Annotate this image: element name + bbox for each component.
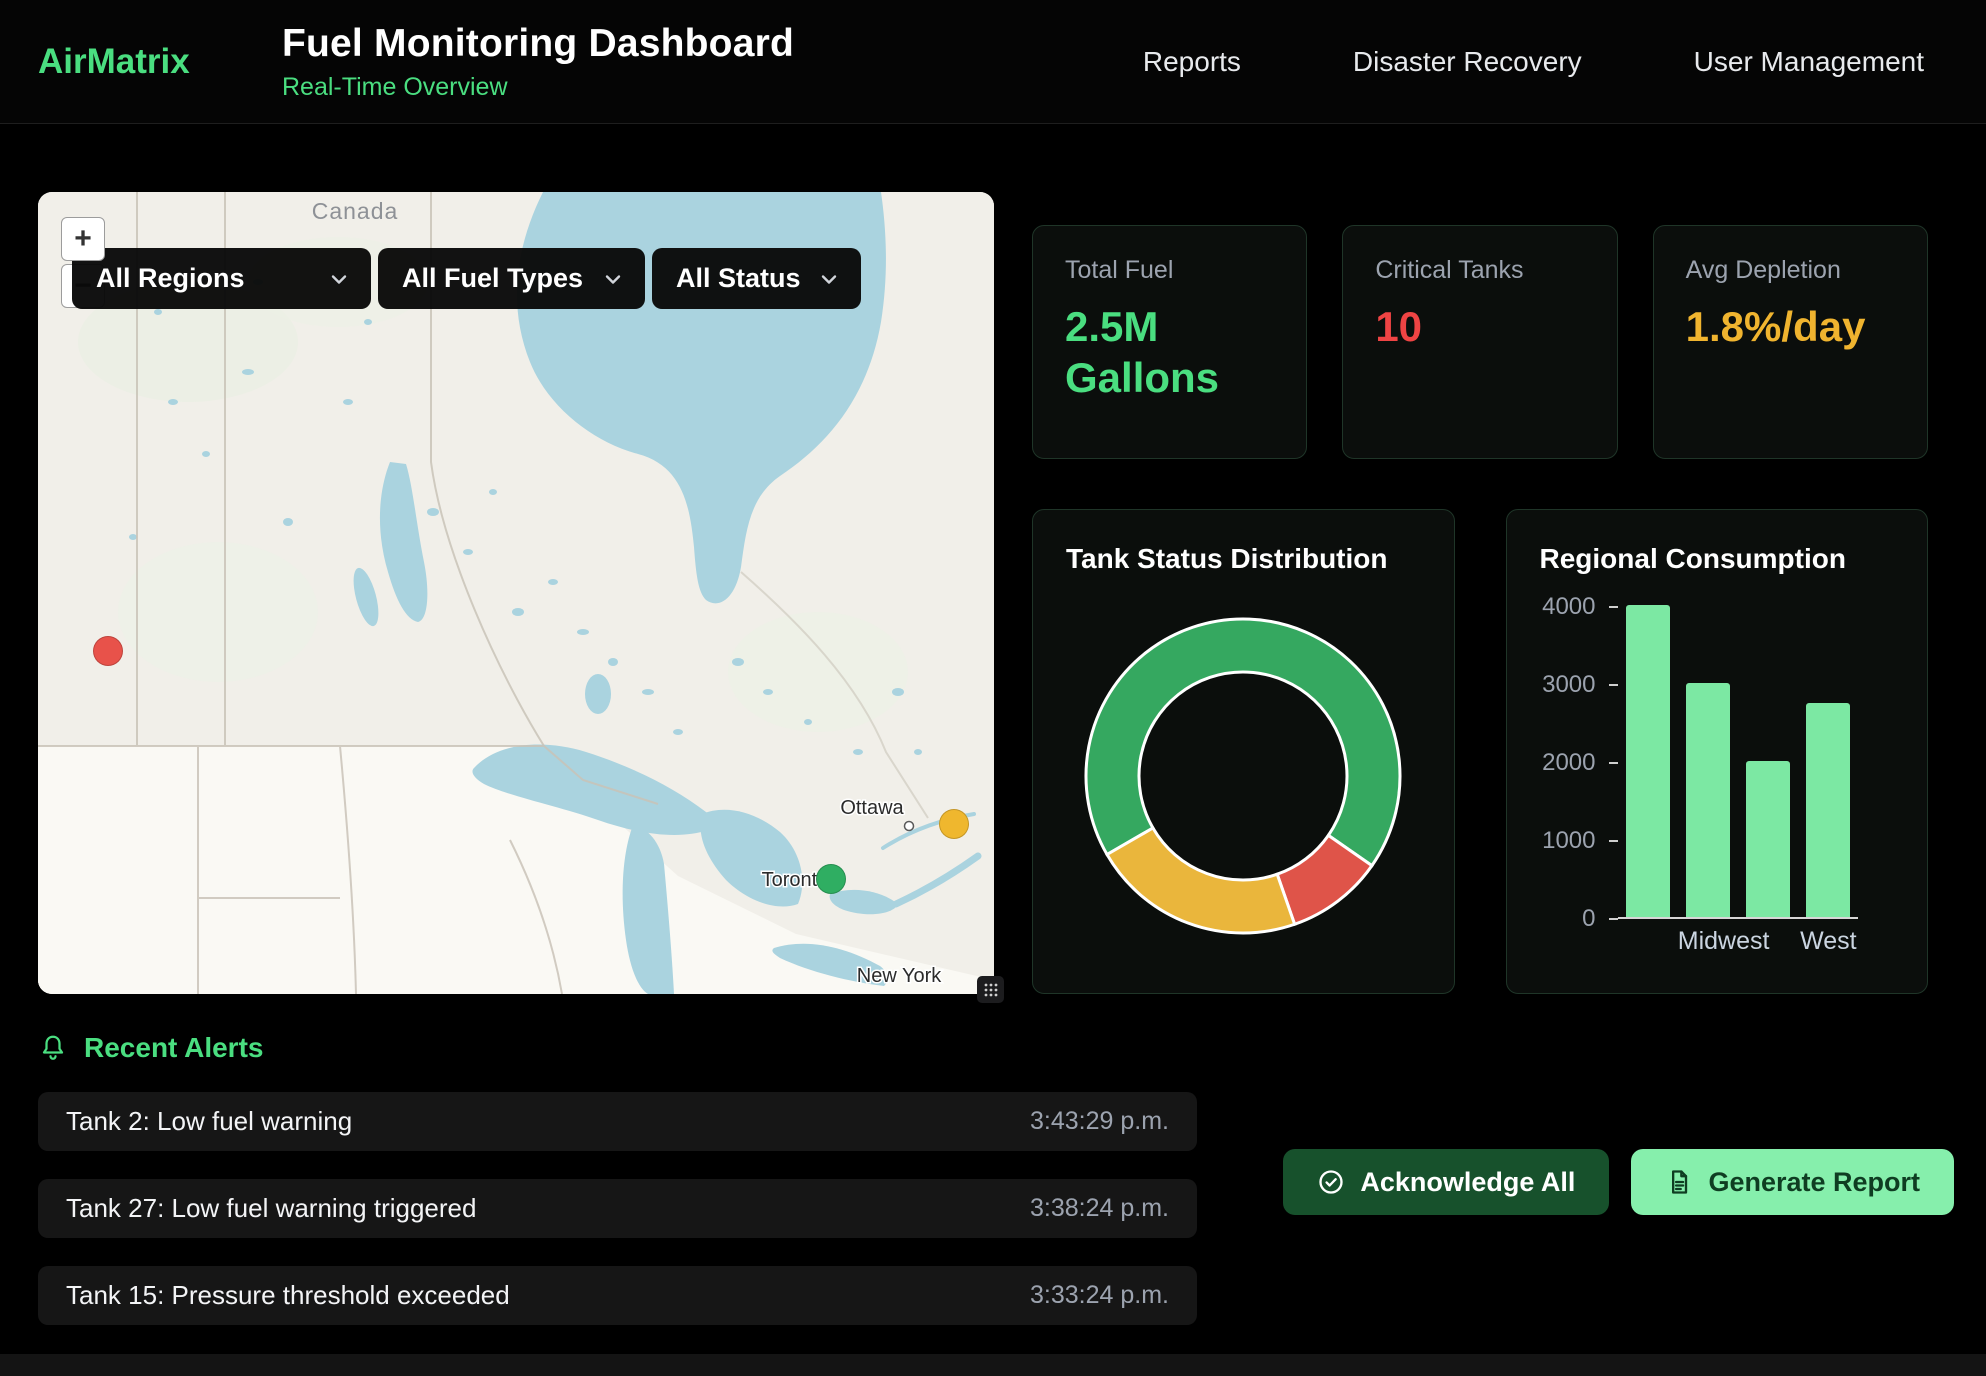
tank-status-card: Tank Status Distribution: [1032, 509, 1455, 994]
alert-timestamp: 3:43:29 p.m.: [1030, 1107, 1169, 1136]
regional-consumption-card: Regional Consumption 0 1000 2000 3000 4000 Mi…: [1506, 509, 1929, 994]
tank-status-title: Tank Status Distribution: [1066, 543, 1421, 575]
alert-message: Tank 27: Low fuel warning triggered: [66, 1193, 476, 1224]
alerts-list: Tank 2: Low fuel warning 3:43:29 p.m. Ta…: [38, 1092, 1197, 1325]
map-card: Canada Ottawa Toronto New York + − All R…: [38, 192, 994, 994]
bar-ytick-label: 3000: [1540, 670, 1596, 700]
alert-row[interactable]: Tank 27: Low fuel warning triggered 3:38…: [38, 1179, 1197, 1238]
zoom-in-button[interactable]: +: [61, 217, 105, 261]
bar-axis-tick: [1609, 762, 1618, 764]
bar-ytick-label: 0: [1540, 904, 1596, 934]
critical-tank-marker[interactable]: [93, 636, 123, 666]
stats-row: Total Fuel 2.5M Gallons Critical Tanks 1…: [1032, 225, 1928, 459]
generate-report-label: Generate Report: [1708, 1167, 1920, 1198]
map-markers: [38, 192, 994, 994]
bar-2: [1746, 761, 1790, 917]
alerts-title: Recent Alerts: [84, 1032, 263, 1064]
bar-axis-tick: [1609, 684, 1618, 686]
bar-ytick-label: 1000: [1540, 826, 1596, 856]
stat-card-total-fuel: Total Fuel 2.5M Gallons: [1032, 225, 1307, 459]
map-filters: All Regions All Fuel Types All Status: [72, 248, 861, 309]
app-logo: AirMatrix: [38, 42, 250, 82]
alerts-body: Tank 2: Low fuel warning 3:43:29 p.m. Ta…: [38, 1092, 1954, 1325]
document-icon: [1665, 1168, 1693, 1196]
check-circle-icon: [1317, 1168, 1345, 1196]
bar-ytick-label: 4000: [1540, 592, 1596, 622]
map-viewport[interactable]: Canada Ottawa Toronto New York + − All R…: [38, 192, 994, 994]
warning-tank-marker[interactable]: [939, 809, 969, 839]
charts-row: Tank Status Distribution Regional Consum…: [1032, 509, 1928, 994]
fuel-type-filter-label: All Fuel Types: [402, 263, 583, 294]
regional-consumption-title: Regional Consumption: [1540, 543, 1895, 575]
nav-item-user-management[interactable]: User Management: [1694, 46, 1924, 78]
bell-icon: [38, 1033, 68, 1063]
app-header: AirMatrix Fuel Monitoring Dashboard Real…: [0, 0, 1986, 124]
alert-row[interactable]: Tank 2: Low fuel warning 3:43:29 p.m.: [38, 1092, 1197, 1151]
normal-tank-marker[interactable]: [816, 864, 846, 894]
status-filter-dropdown[interactable]: All Status: [652, 248, 861, 309]
bar-axis-tick: [1609, 918, 1618, 920]
alert-row[interactable]: Tank 15: Pressure threshold exceeded 3:3…: [38, 1266, 1197, 1325]
acknowledge-all-label: Acknowledge All: [1360, 1167, 1575, 1198]
stat-value: 2.5M Gallons: [1065, 301, 1270, 403]
footer-strip: [0, 1354, 1986, 1376]
bar-xtick-label: Midwest: [1678, 927, 1738, 956]
bar-0: [1626, 605, 1670, 917]
main-content: Canada Ottawa Toronto New York + − All R…: [38, 192, 1928, 994]
alerts-header: Recent Alerts: [38, 1032, 1954, 1064]
donut-holder: [1066, 575, 1421, 960]
stat-label: Critical Tanks: [1375, 256, 1584, 285]
alerts-section: Recent Alerts Tank 2: Low fuel warning 3…: [38, 1032, 1954, 1325]
fuel-type-filter-dropdown[interactable]: All Fuel Types: [378, 248, 645, 309]
page-title: Fuel Monitoring Dashboard: [282, 22, 794, 66]
bar-3: [1806, 703, 1850, 918]
bar-axis-tick: [1609, 840, 1618, 842]
alert-message: Tank 15: Pressure threshold exceeded: [66, 1280, 510, 1311]
page-subtitle: Real-Time Overview: [282, 73, 794, 102]
donut-segment-green: [1086, 619, 1400, 866]
nav-item-disaster-recovery[interactable]: Disaster Recovery: [1353, 46, 1582, 78]
bar-chart: 0 1000 2000 3000 4000 Midwest West: [1540, 579, 1895, 960]
bar-plot: [1618, 607, 1859, 919]
alerts-actions: Acknowledge All Generate Report: [1283, 1149, 1954, 1215]
resize-handle-icon[interactable]: [977, 976, 1004, 1003]
bar-xtick-label: West: [1798, 927, 1858, 956]
region-filter-label: All Regions: [96, 263, 245, 294]
stat-card-critical-tanks: Critical Tanks 10: [1342, 225, 1617, 459]
donut-segment-yellow: [1107, 828, 1295, 933]
status-filter-label: All Status: [676, 263, 801, 294]
stat-card-avg-depletion: Avg Depletion 1.8%/​day: [1653, 225, 1928, 459]
title-block: Fuel Monitoring Dashboard Real-Time Over…: [282, 22, 794, 102]
alert-message: Tank 2: Low fuel warning: [66, 1106, 352, 1137]
nav-item-reports[interactable]: Reports: [1143, 46, 1241, 78]
bar-axis-tick: [1609, 606, 1618, 608]
stat-value: 1.8%/​day: [1686, 301, 1891, 352]
bar-1: [1686, 683, 1730, 917]
stat-value: 10: [1375, 301, 1580, 352]
chevron-down-icon: [327, 267, 351, 291]
right-panel: Total Fuel 2.5M Gallons Critical Tanks 1…: [1032, 192, 1928, 994]
chevron-down-icon: [601, 267, 625, 291]
generate-report-button[interactable]: Generate Report: [1631, 1149, 1954, 1215]
chevron-down-icon: [817, 267, 841, 291]
region-filter-dropdown[interactable]: All Regions: [72, 248, 371, 309]
stat-label: Avg Depletion: [1686, 256, 1895, 285]
main-nav: Reports Disaster Recovery User Managemen…: [1143, 46, 1924, 78]
alert-timestamp: 3:33:24 p.m.: [1030, 1281, 1169, 1310]
stat-label: Total Fuel: [1065, 256, 1274, 285]
donut-chart: [1077, 610, 1409, 942]
alert-timestamp: 3:38:24 p.m.: [1030, 1194, 1169, 1223]
bar-ytick-label: 2000: [1540, 748, 1596, 778]
acknowledge-all-button[interactable]: Acknowledge All: [1283, 1149, 1609, 1215]
